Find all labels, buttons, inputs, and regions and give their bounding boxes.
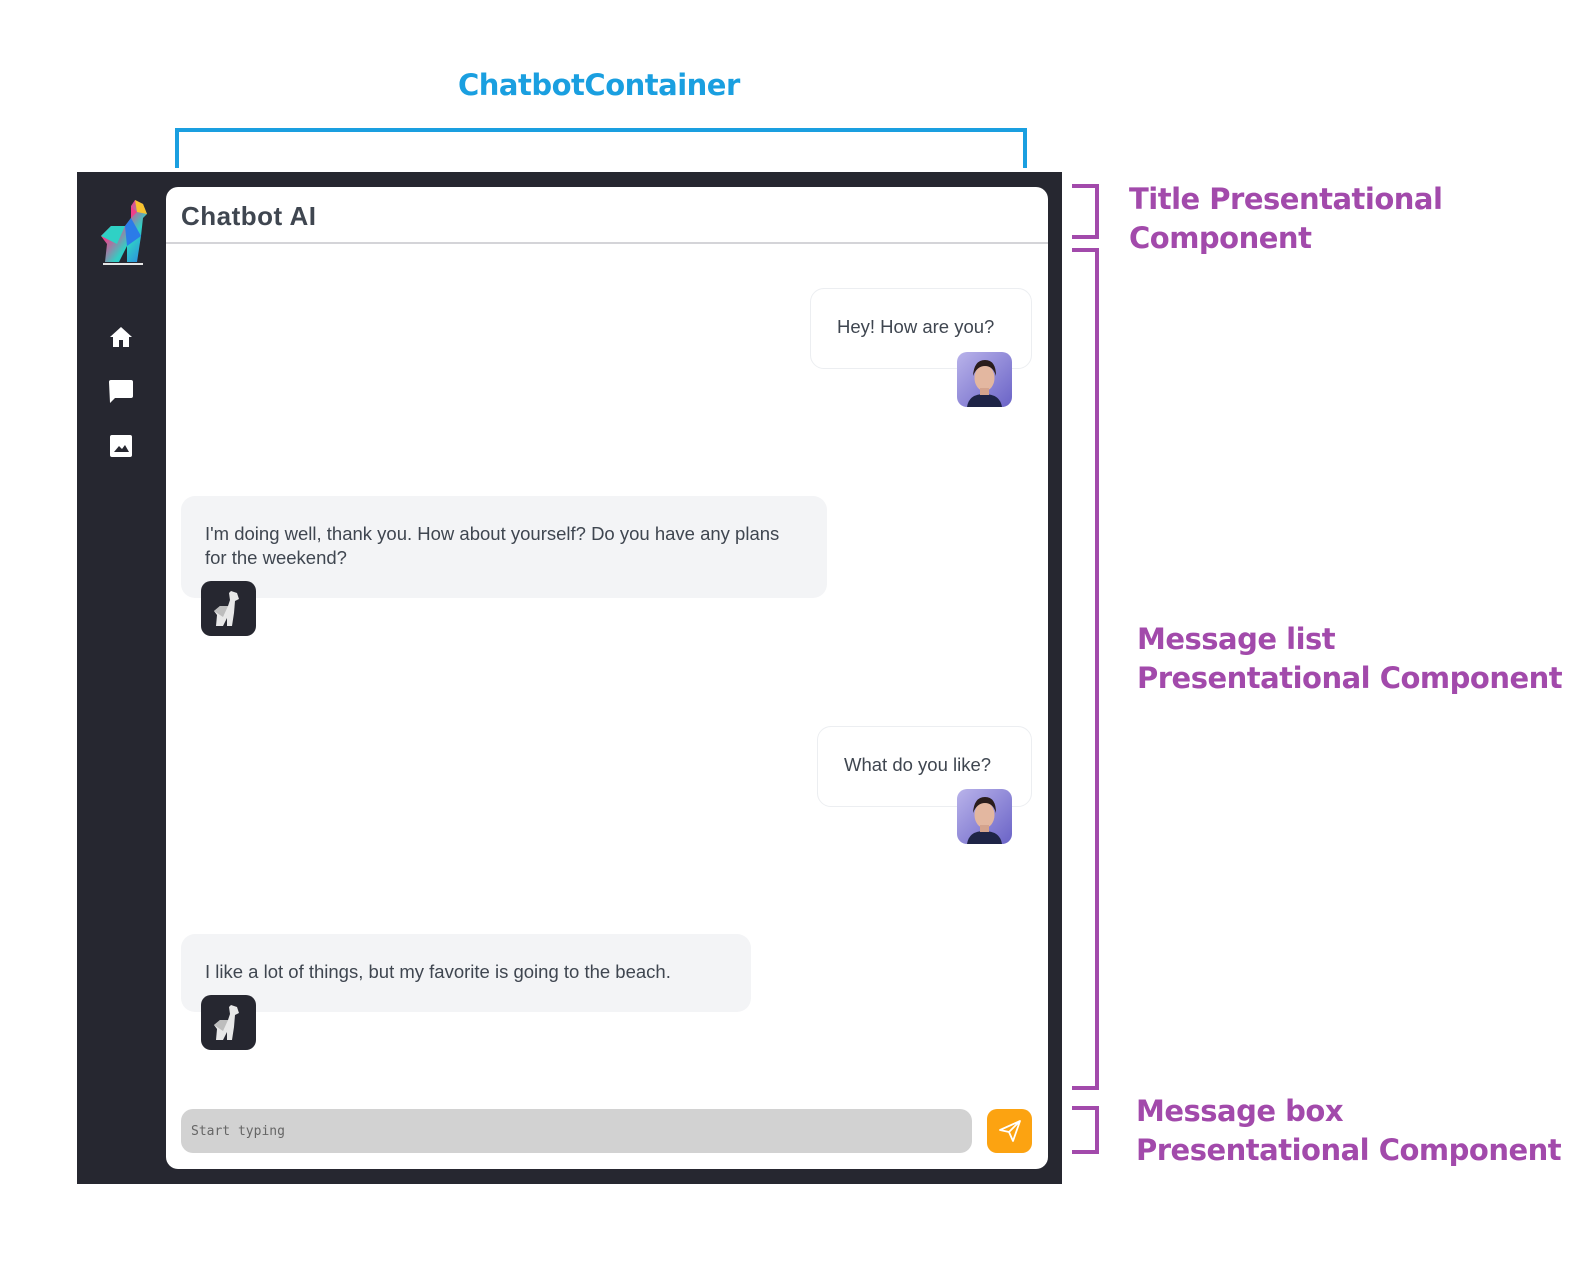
message-text: I'm doing well, thank you. How about you… [205,523,780,568]
send-button[interactable] [987,1109,1032,1153]
container-bracket [175,128,1027,168]
user-avatar [957,352,1012,407]
title-bracket [1072,184,1099,239]
sidebar [77,172,166,1184]
message-list-bracket [1072,248,1099,1090]
container-label: ChatbotContainer [458,68,740,102]
title-bar: Chatbot AI [166,187,1048,244]
nav-home[interactable] [108,324,134,350]
home-icon [110,327,132,347]
message-list-component-label: Message list Presentational Component [1137,622,1563,695]
message-text: Hey! How are you? [837,316,995,337]
page-title: Chatbot AI [181,201,317,231]
chat-bubble-icon [109,380,133,403]
bot-message: I like a lot of things, but my favorite … [181,934,751,1012]
nav-image[interactable] [108,433,134,459]
bot-avatar [201,995,256,1050]
send-icon [998,1120,1021,1142]
message-box-component-label: Message box Presentational Component [1136,1094,1562,1167]
title-component-label: Title Presentational Component [1129,182,1443,255]
chat-panel: Chatbot AI Hey! How are you? I'm doing w… [166,187,1048,1169]
image-icon [110,435,132,457]
user-avatar [957,789,1012,844]
message-box-bracket [1072,1106,1099,1154]
message-text: I like a lot of things, but my favorite … [205,961,671,982]
message-input[interactable] [181,1109,972,1153]
bot-message: I'm doing well, thank you. How about you… [181,496,827,598]
message-text: What do you like? [844,754,992,775]
chatbot-app-frame: Chatbot AI Hey! How are you? I'm doing w… [77,172,1062,1184]
bot-avatar [201,581,256,636]
llama-logo-icon[interactable] [97,196,151,268]
nav-chat[interactable] [108,378,134,404]
